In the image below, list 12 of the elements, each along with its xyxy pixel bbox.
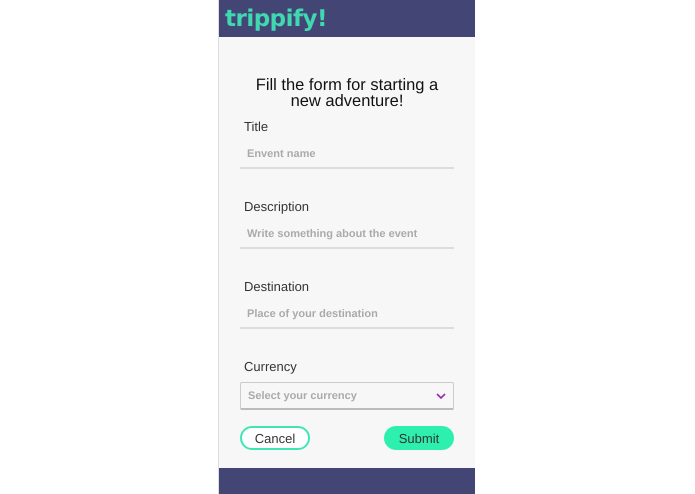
input-field[interactable]: Place of your destination <box>240 302 454 329</box>
form-heading: Fill the form for starting a new adventure! <box>254 77 440 109</box>
input-field[interactable]: Write something about the event <box>240 222 454 249</box>
chevron-down-icon <box>436 392 446 398</box>
logo: trippify! <box>225 6 328 32</box>
field-label: Title <box>243 119 268 134</box>
field-label: Destination <box>243 279 310 294</box>
cancel-button[interactable]: Cancel <box>240 426 310 450</box>
submit-button[interactable]: Submit <box>384 426 454 450</box>
input-field[interactable]: Envent name <box>240 142 454 169</box>
field-label: Description <box>243 199 310 214</box>
field-label: Currency <box>243 359 297 374</box>
